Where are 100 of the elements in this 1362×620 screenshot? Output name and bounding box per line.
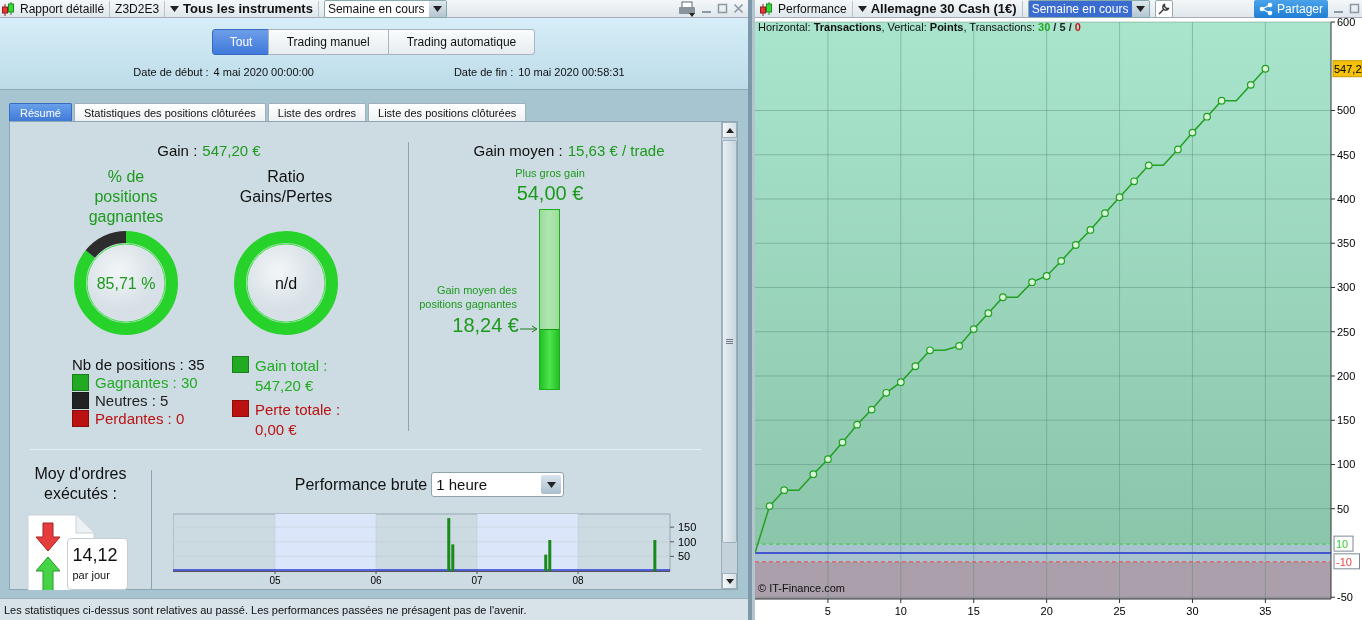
axis-label: 50 [1337,502,1350,515]
average-win-value: 18,24 € [451,313,519,337]
printer-icon[interactable] [678,0,696,17]
axis-label: 450 [1337,148,1356,161]
data-point [1203,112,1211,121]
gauge-value: n/d [274,275,298,292]
tab[interactable]: Liste des positions clôturées [368,103,527,121]
caret-icon [857,5,867,12]
threshold-tag: -10 [1333,553,1360,570]
chart-legend: Horizontal: Transactions, Vertical: Points, Transactions: 30 / 5 / 0 [758,21,1081,33]
average-value: 15,63 € / trade [567,142,665,159]
axis-label: 150 [678,521,697,534]
axis-label: 07 [471,575,483,586]
up-arrow-icon [725,127,734,133]
data-point [984,309,993,318]
average-win-label: Gain moyen des positions gagnantes [418,282,518,311]
data-point [1130,177,1139,186]
data-point [1188,128,1197,137]
close-icon[interactable] [733,3,744,14]
threshold-tag: 10 [1333,535,1354,552]
window-title: Rapport détaillé [20,1,105,16]
tab[interactable]: Statistiques des positions clôturées [73,103,266,121]
maximize-icon[interactable] [1349,3,1360,14]
ref-line-label: -10 [1336,555,1352,568]
axis-label: -50 [1337,591,1353,604]
data-point [911,362,920,371]
axis-label: 05 [269,575,281,586]
data-point [765,502,774,510]
pointer-arrow-icon [520,324,539,333]
legend-label: Perdantes : 0 [95,410,185,427]
axis-label: 500 [1337,104,1356,117]
instrument-menu[interactable]: Allemagne 30 Cash (1€) [857,1,1017,16]
scroll-up-button[interactable] [722,122,737,138]
axis-label: 35 [1259,605,1272,617]
gain-value: 547,20 € [202,142,261,159]
legend-label: Neutres : 5 [95,392,169,409]
data-point [882,388,891,397]
average-label: Gain moyen : [473,142,563,159]
period-select[interactable]: Semaine en cours [1027,0,1151,18]
grip-icon [726,338,733,345]
axis-label: 200 [1337,370,1356,382]
filter-tab[interactable]: Trading manuel [267,29,389,55]
dropdown-arrow-icon [1136,5,1146,12]
gauge-value: 85,71 % [96,275,156,292]
data-point [867,405,876,414]
tab[interactable]: Liste des ordres [267,103,367,121]
settings-button[interactable] [1155,0,1174,18]
data-point [926,346,934,355]
data-point [955,342,964,350]
dropdown-arrow-icon [546,481,556,488]
maximize-icon[interactable] [717,3,728,14]
axis-label: 30 [1186,605,1199,617]
legend-label: Gagnantes : 30 [95,374,198,391]
period-select[interactable]: Semaine en cours [323,0,447,18]
axis-label: 350 [1337,237,1356,250]
chart-title: Performance brute [294,475,428,494]
data-point [853,420,861,429]
data-point [809,470,818,479]
orders-value: 14,12 [72,545,119,566]
max-gain-value: 54,00 € [515,182,585,205]
date-label: Date de fin : [453,66,514,78]
axis-label: 5 [824,605,831,617]
axis-label: 150 [1337,414,1356,427]
date-value: 4 mai 2020 00:00:00 [213,66,314,78]
gauge-title: % de positions gagnantes [87,167,165,227]
data-point [780,486,789,495]
data-point [969,325,978,333]
data-point [896,378,905,387]
data-point [1174,145,1182,154]
data-point [1071,241,1080,249]
orders-title: Moy d'ordres exécutés : [33,464,128,504]
filter-tab[interactable]: Trading automatique [387,29,536,55]
axis-label: 15 [967,605,980,617]
account-label: Z3D2E3 [115,1,160,16]
wrench-icon [1157,1,1172,16]
axis-label: 600 [1337,18,1356,28]
copyright-text: © IT-Finance.com [758,582,845,594]
instrument-menu[interactable]: Tous les instruments [170,1,313,16]
scrollbar-thumb[interactable] [722,140,737,543]
scroll-down-button[interactable] [722,573,737,589]
axis-label: 06 [370,575,382,586]
axis-label: 400 [1337,193,1356,205]
data-point [1101,209,1109,218]
data-point [1028,278,1036,287]
max-gain-label: Plus gros gain [514,167,586,179]
caret-icon [170,5,180,12]
axis-label: 10 [894,605,907,617]
data-point [1042,272,1051,280]
axis-label: 08 [572,575,584,586]
interval-select[interactable]: 1 heure [431,472,565,497]
positions-count: Nb de positions : 35 [72,356,205,373]
axis-label: 20 [1040,605,1053,617]
window-title: Performance [778,1,847,16]
gauge-title: Ratio Gains/Pertes [238,167,334,207]
orders-unit: par jour [72,569,111,581]
data-point [1086,226,1095,234]
share-icon [1258,1,1273,16]
data-point [1246,80,1255,89]
axis-label: 250 [1337,325,1356,338]
axis-label: 50 [678,550,691,563]
